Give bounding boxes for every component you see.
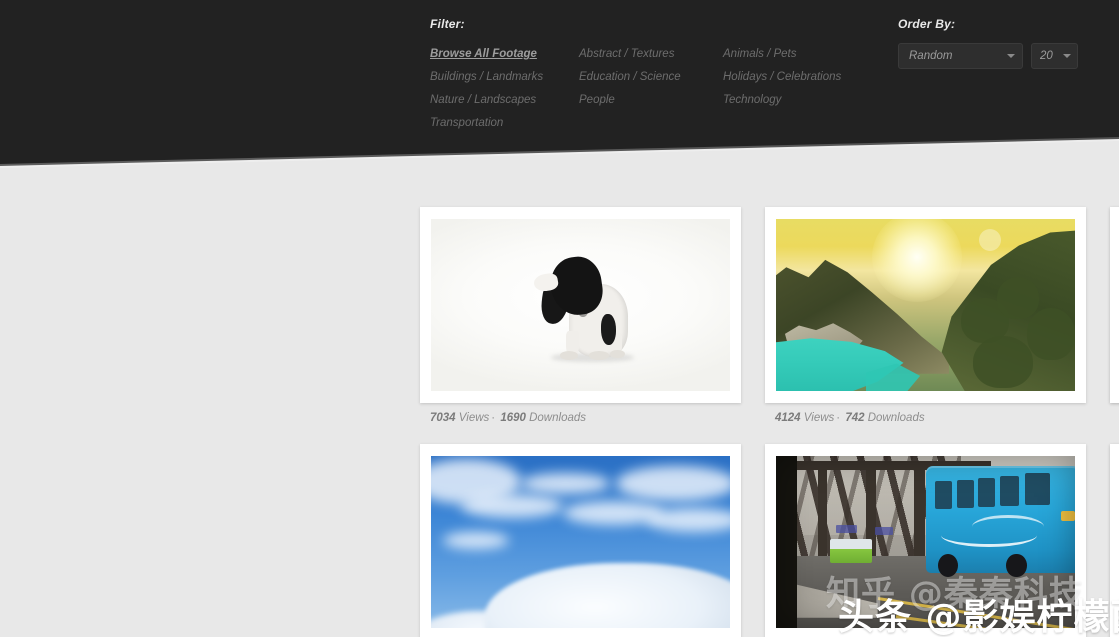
- stats-separator: ·: [834, 412, 842, 424]
- footage-grid: 7034 Views· 1690 Downloads: [420, 207, 1119, 637]
- filter-heading: Filter:: [430, 17, 841, 31]
- footage-gallery: 7034 Views· 1690 Downloads: [0, 170, 1119, 637]
- thumbnail-frame[interactable]: [765, 207, 1086, 403]
- footage-card[interactable]: 7034 Views· 1690 Downloads: [420, 207, 741, 424]
- filter-column-2: Abstract / Textures Education / Science …: [579, 43, 723, 135]
- downloads-label: Downloads: [868, 412, 925, 424]
- artwork-dog: [431, 219, 730, 391]
- filter-link-education-science[interactable]: Education / Science: [579, 66, 723, 89]
- footage-card[interactable]: 10415 Views· 2014 Downloads: [420, 444, 741, 637]
- sort-order-select[interactable]: Random: [898, 43, 1023, 69]
- downloads-count: 1690: [500, 412, 526, 424]
- chevron-down-icon: [1007, 54, 1015, 58]
- thumbnail-canyon-lake-sunset[interactable]: [776, 219, 1075, 391]
- thumbnail-frame[interactable]: [765, 444, 1086, 637]
- filter-link-technology[interactable]: Technology: [723, 89, 841, 112]
- downloads-label: Downloads: [529, 412, 586, 424]
- results-per-page-select[interactable]: 20: [1031, 43, 1078, 69]
- filter-link-browse-all-footage[interactable]: Browse All Footage: [430, 43, 579, 66]
- results-per-page-value: 20: [1040, 50, 1053, 62]
- thumbnail-frame[interactable]: [1110, 444, 1119, 637]
- thumbnail-frame[interactable]: [420, 444, 741, 637]
- filter-link-holidays-celebrations[interactable]: Holidays / Celebrations: [723, 66, 841, 89]
- footage-card[interactable]: [1110, 207, 1119, 424]
- filter-link-animals-pets[interactable]: Animals / Pets: [723, 43, 841, 66]
- views-label: Views: [804, 412, 834, 424]
- thumbnail-blue-bus-bridge[interactable]: [776, 456, 1075, 628]
- filter-link-transportation[interactable]: Transportation: [430, 112, 579, 135]
- stats-separator: ·: [489, 412, 497, 424]
- thumbnail-dog-sitting[interactable]: [431, 219, 730, 391]
- footage-card[interactable]: [1110, 444, 1119, 637]
- thumbnail-frame[interactable]: [1110, 207, 1119, 403]
- filter-link-nature-landscapes[interactable]: Nature / Landscapes: [430, 89, 579, 112]
- filter-columns: Browse All Footage Buildings / Landmarks…: [430, 43, 841, 135]
- footage-card[interactable]: 7305 Views· 1018 Downloads: [765, 444, 1086, 637]
- footage-stats: 4124 Views· 742 Downloads: [765, 412, 1086, 424]
- artwork-sky: [431, 456, 730, 628]
- thumbnail-blue-sky-clouds[interactable]: [431, 456, 730, 628]
- order-by-controls: Random 20: [898, 43, 1078, 69]
- filter-link-people[interactable]: People: [579, 89, 723, 112]
- order-by-panel: Order By: Random 20: [898, 17, 1078, 69]
- filter-panel: Filter: Browse All Footage Buildings / L…: [430, 17, 841, 135]
- views-count: 7034: [430, 412, 456, 424]
- thumbnail-frame[interactable]: [420, 207, 741, 403]
- order-by-heading: Order By:: [898, 17, 1078, 31]
- artwork-bus: [776, 456, 1075, 628]
- sort-order-value: Random: [909, 50, 952, 62]
- views-count: 4124: [775, 412, 801, 424]
- site-header: Filter: Browse All Footage Buildings / L…: [0, 0, 1119, 170]
- filter-link-abstract-textures[interactable]: Abstract / Textures: [579, 43, 723, 66]
- downloads-count: 742: [845, 412, 864, 424]
- filter-column-1: Browse All Footage Buildings / Landmarks…: [430, 43, 579, 135]
- chevron-down-icon: [1063, 54, 1071, 58]
- footage-card[interactable]: 4124 Views· 742 Downloads: [765, 207, 1086, 424]
- filter-column-3: Animals / Pets Holidays / Celebrations T…: [723, 43, 841, 135]
- views-label: Views: [459, 412, 489, 424]
- footage-stats: 7034 Views· 1690 Downloads: [420, 412, 741, 424]
- filter-link-buildings-landmarks[interactable]: Buildings / Landmarks: [430, 66, 579, 89]
- artwork-canyon: [776, 219, 1075, 391]
